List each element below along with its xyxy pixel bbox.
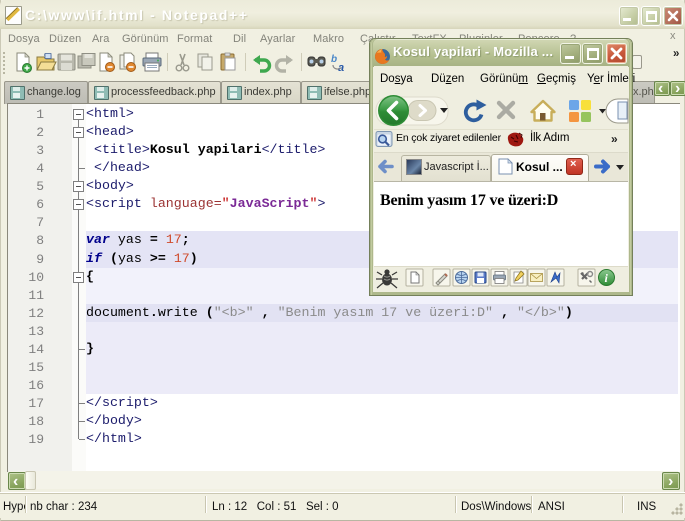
svg-text:a: a bbox=[338, 62, 344, 74]
svg-text:b: b bbox=[331, 54, 337, 65]
